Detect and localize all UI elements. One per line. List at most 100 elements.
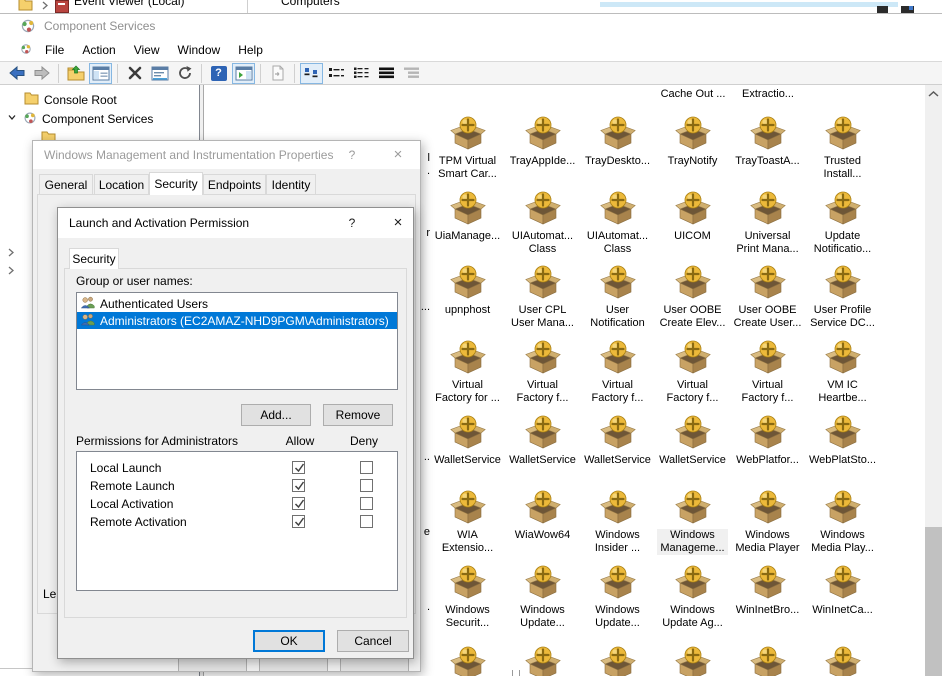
scrollbar-thumb[interactable] (925, 527, 942, 676)
component-icon-item[interactable]: upnphost (430, 264, 505, 317)
menu-view[interactable]: View (125, 39, 169, 61)
tree-collapsed-chevron[interactable] (6, 261, 16, 279)
component-icon-item[interactable]: Windows Media Player (730, 489, 805, 555)
component-icon-label-partial[interactable]: Extractio... (728, 88, 808, 100)
component-icon-item[interactable]: Windows Securit... (430, 564, 505, 630)
component-icon-item[interactable]: Windows Media Play... (805, 489, 880, 555)
chevron-down-icon[interactable] (6, 112, 18, 126)
component-icon-item[interactable]: User CPL User Mana... (505, 264, 580, 330)
component-icon-item[interactable] (430, 645, 505, 676)
component-icon-item[interactable]: WIA Extensio... (430, 489, 505, 555)
component-icon-item[interactable] (730, 645, 805, 676)
partial-link-text[interactable]: Le (43, 587, 56, 601)
background-tree-item[interactable]: Event Viewer (Local) (74, 0, 185, 8)
permissions-list[interactable]: Local Launch Remote Launch Local Activat… (76, 451, 398, 591)
component-icon-item[interactable]: WiaWow64 (505, 489, 580, 542)
tab-security[interactable]: Security (149, 172, 203, 195)
allow-checkbox-remote-activation[interactable] (292, 515, 305, 528)
user-list-item[interactable]: Authenticated Users (77, 295, 397, 312)
component-icon-item[interactable]: Virtual Factory for ... (430, 339, 505, 405)
component-icon-item[interactable]: WebPlatSto... (805, 414, 880, 467)
dialog-close-button[interactable]: × (384, 208, 412, 238)
component-icon-item[interactable] (505, 645, 580, 676)
component-icon-item[interactable]: TPM Virtual Smart Car... (430, 115, 505, 181)
component-icon-item[interactable]: WalletService (655, 414, 730, 467)
component-icon-item[interactable]: Update Notificatio... (805, 190, 880, 256)
partial-cancel-button[interactable] (259, 657, 328, 671)
show-console-tree-button[interactable] (89, 63, 112, 84)
component-icon-item[interactable]: WinInetCa... (805, 564, 880, 617)
vertical-scrollbar[interactable] (925, 85, 942, 676)
component-icon-item[interactable]: Virtual Factory f... (505, 339, 580, 405)
help-button[interactable]: ? (207, 63, 230, 84)
component-icon-item[interactable]: Virtual Factory f... (655, 339, 730, 405)
cancel-button[interactable]: Cancel (337, 630, 409, 652)
allow-checkbox-local-activation[interactable] (292, 497, 305, 510)
component-icon-item[interactable]: Universal Print Mana... (730, 190, 805, 256)
show-action-pane-button[interactable] (232, 63, 255, 84)
component-icon-item[interactable] (655, 645, 730, 676)
component-icon-item[interactable]: User OOBE Create Elev... (655, 264, 730, 330)
component-icon-item[interactable]: TrayToastA... (730, 115, 805, 168)
ok-button[interactable]: OK (253, 630, 325, 652)
properties-button[interactable] (148, 63, 171, 84)
tab-identity[interactable]: Identity (266, 174, 316, 195)
component-icon-item[interactable]: WalletService (430, 414, 505, 467)
delete-button[interactable] (123, 63, 146, 84)
tab-location[interactable]: Location (94, 174, 149, 195)
menu-window[interactable]: Window (169, 39, 230, 61)
tree-item-component-services[interactable]: Component Services (6, 110, 153, 128)
deny-checkbox-local-activation[interactable] (360, 497, 373, 510)
remove-button[interactable]: Remove (323, 404, 393, 426)
tab-general[interactable]: General (39, 174, 93, 195)
component-icon-item[interactable] (805, 645, 880, 676)
list-view-button[interactable] (350, 63, 373, 84)
deny-checkbox-remote-launch[interactable] (360, 479, 373, 492)
component-icon-item[interactable]: Windows Update... (505, 564, 580, 630)
component-icon-item[interactable]: Virtual Factory f... (580, 339, 655, 405)
component-icon-item[interactable]: User Profile Service DC... (805, 264, 880, 330)
partial-apply-button[interactable] (340, 657, 409, 671)
component-icon-item[interactable]: Trusted Install... (805, 115, 880, 181)
up-one-level-button[interactable] (64, 63, 87, 84)
component-icon-item[interactable]: VM IC Heartbe... (805, 339, 880, 405)
component-icon-item[interactable]: Windows Insider ... (580, 489, 655, 555)
tree-item-console-root[interactable]: Console Root (24, 91, 117, 109)
dialog-help-button[interactable]: ? (338, 208, 366, 238)
component-icon-item[interactable]: Windows Update Ag... (655, 564, 730, 630)
menu-file[interactable]: File (36, 39, 73, 61)
tab-endpoints[interactable]: Endpoints (203, 174, 266, 195)
menu-action[interactable]: Action (73, 39, 124, 61)
icons-view-button[interactable] (300, 63, 323, 84)
add-button[interactable]: Add... (241, 404, 311, 426)
group-user-list[interactable]: Authenticated Users Administrators (EC2A… (76, 292, 398, 390)
dialog-help-button[interactable]: ? (338, 141, 366, 169)
partial-ok-button[interactable] (178, 657, 247, 671)
tree-collapsed-chevron[interactable] (6, 243, 16, 261)
component-icon-item[interactable]: WalletService (580, 414, 655, 467)
component-icon-item[interactable]: User OOBE Create User... (730, 264, 805, 330)
component-icon-item[interactable]: UIAutomat... Class (580, 190, 655, 256)
allow-checkbox-remote-launch[interactable] (292, 479, 305, 492)
background-column-header[interactable]: Computers (281, 0, 340, 8)
export-list-button[interactable] (266, 63, 289, 84)
dialog-close-button[interactable]: × (384, 141, 412, 169)
component-icon-item[interactable]: UiaManage... (430, 190, 505, 243)
component-icon-item[interactable]: Windows Manageme... (655, 489, 730, 555)
deny-checkbox-local-launch[interactable] (360, 461, 373, 474)
refresh-button[interactable] (173, 63, 196, 84)
component-icon-item[interactable] (580, 645, 655, 676)
deny-checkbox-remote-activation[interactable] (360, 515, 373, 528)
allow-checkbox-local-launch[interactable] (292, 461, 305, 474)
component-icon-item[interactable]: WalletService (505, 414, 580, 467)
component-icon-item[interactable]: UICOM (655, 190, 730, 243)
component-icon-item[interactable]: User Notification (580, 264, 655, 330)
forward-button[interactable] (30, 63, 53, 84)
small-icons-view-button[interactable] (325, 63, 348, 84)
column-divider[interactable] (247, 0, 248, 13)
component-icon-item[interactable]: Virtual Factory f... (730, 339, 805, 405)
component-icon-item[interactable]: TrayNotify (655, 115, 730, 168)
component-icon-item[interactable]: UIAutomat... Class (505, 190, 580, 256)
user-list-item[interactable]: Administrators (EC2AMAZ-NHD9PGM\Administ… (77, 312, 397, 329)
component-icon-item[interactable]: Windows Update... (580, 564, 655, 630)
